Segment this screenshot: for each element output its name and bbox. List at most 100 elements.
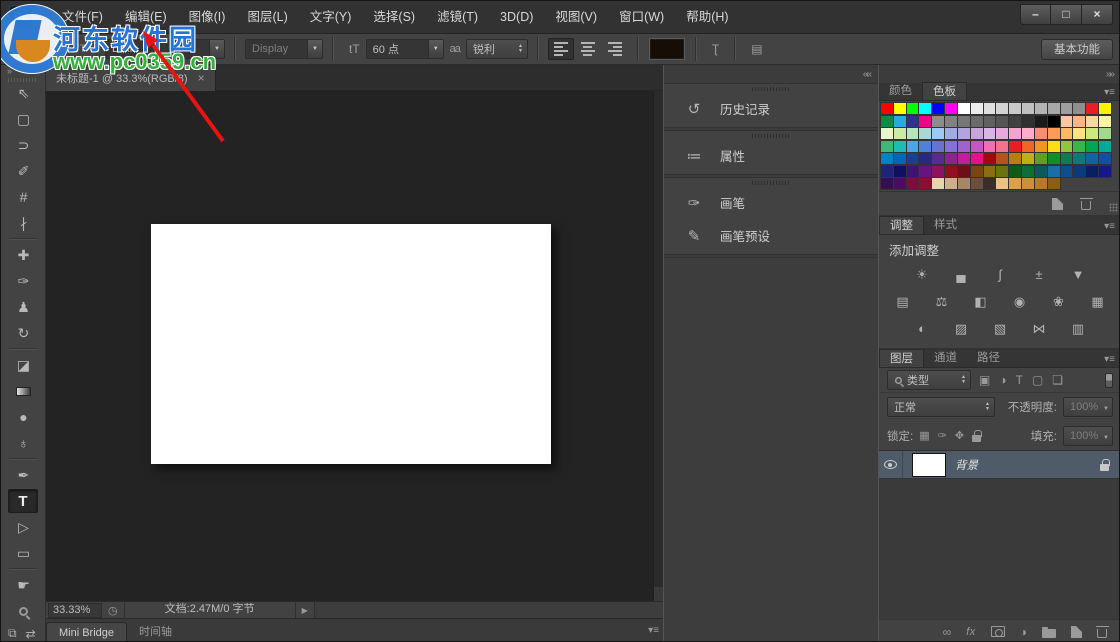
filter-shape-icon[interactable]: ▢ [1032, 373, 1043, 387]
delete-layer-icon[interactable] [1097, 629, 1107, 638]
color-swatch[interactable] [1048, 128, 1060, 139]
color-swatch[interactable] [919, 116, 931, 127]
eraser-tool[interactable]: ◪ [1, 352, 46, 378]
color-swatch[interactable] [932, 141, 944, 152]
workspace-switcher-button[interactable]: 基本功能 [1041, 39, 1113, 60]
color-swatch[interactable] [996, 153, 1008, 164]
vibrance-icon[interactable]: ▼ [1066, 267, 1090, 282]
spot-healing-brush-tool[interactable]: ✚ [1, 242, 46, 268]
color-swatch[interactable] [1035, 116, 1047, 127]
color-swatch[interactable] [1009, 141, 1021, 152]
fill-select[interactable]: 100% [1063, 426, 1113, 446]
new-swatch-icon[interactable] [1052, 198, 1063, 210]
color-swatch[interactable] [1009, 103, 1021, 114]
status-arrow-icon[interactable]: ▶ [302, 606, 308, 615]
color-swatch[interactable] [1061, 116, 1073, 127]
opacity-select[interactable]: 100% [1063, 397, 1113, 417]
quick-selection-tool[interactable]: ✐ [1, 158, 46, 184]
color-swatch[interactable] [894, 128, 906, 139]
bottom-tab[interactable]: 时间轴 [127, 622, 184, 642]
color-swatch[interactable] [907, 178, 919, 189]
adjustments-tab[interactable]: 调整 [879, 216, 924, 234]
color-balance-icon[interactable]: ⚖ [930, 294, 954, 310]
color-swatch[interactable] [1048, 141, 1060, 152]
grip-handle[interactable] [752, 87, 790, 91]
color-swatch[interactable] [1022, 178, 1034, 189]
color-swatch[interactable] [1099, 166, 1111, 177]
layers-tab[interactable]: 通道 [924, 349, 967, 367]
maximize-button[interactable]: □ [1051, 4, 1082, 25]
color-swatch[interactable] [1099, 141, 1111, 152]
color-swatch[interactable] [1073, 116, 1085, 127]
color-swatch[interactable] [932, 128, 944, 139]
color-swatch[interactable] [984, 141, 996, 152]
color-swatch[interactable] [1086, 141, 1098, 152]
color-swatch[interactable] [984, 103, 996, 114]
blend-mode-select[interactable]: 正常 [887, 397, 995, 417]
brush-panel[interactable]: ✑画笔 [664, 186, 878, 219]
color-swatch[interactable] [958, 116, 970, 127]
font-size-select[interactable]: 60 点 [366, 39, 444, 59]
color-swatch[interactable] [894, 141, 906, 152]
levels-icon[interactable]: ▄ [949, 267, 973, 282]
color-swatch[interactable] [932, 116, 944, 127]
move-tool[interactable]: ⇖ [1, 80, 46, 106]
eyedropper-tool[interactable]: ∤ [1, 210, 46, 236]
color-swatch[interactable] [1009, 178, 1021, 189]
brush-tool[interactable]: ✑ [1, 268, 46, 294]
color-swatch[interactable] [996, 166, 1008, 177]
color-swatch[interactable] [932, 178, 944, 189]
filter-type-icon[interactable]: T [1016, 373, 1023, 387]
color-swatch[interactable] [907, 103, 919, 114]
zoom-level-field[interactable]: 33.33% [48, 603, 102, 618]
color-swatch[interactable] [1048, 103, 1060, 114]
color-swatch[interactable] [945, 166, 957, 177]
color-swatch[interactable] [1035, 103, 1047, 114]
color-lookup-icon[interactable]: ▦ [1086, 294, 1110, 310]
minimize-button[interactable]: – [1020, 4, 1051, 25]
text-color-swatch[interactable] [650, 39, 684, 59]
color-swatch[interactable] [1061, 141, 1073, 152]
color-swatch[interactable] [919, 153, 931, 164]
selective-color-icon[interactable]: ⋈ [1027, 321, 1051, 337]
color-swatch[interactable] [984, 178, 996, 189]
color-swatch[interactable] [919, 128, 931, 139]
color-swatch[interactable] [1009, 116, 1021, 127]
clock-icon[interactable]: ◷ [108, 604, 118, 617]
lock-all-icon[interactable] [972, 435, 981, 442]
color-swatch[interactable] [907, 128, 919, 139]
color-swatch[interactable] [971, 153, 983, 164]
color-swatch[interactable] [907, 116, 919, 127]
color-swatch[interactable] [1009, 128, 1021, 139]
color-swatch[interactable] [907, 153, 919, 164]
color-swatch[interactable] [1073, 153, 1085, 164]
swatches-tab[interactable]: 色板 [922, 82, 967, 100]
grip-handle[interactable] [8, 78, 38, 82]
color-swatch[interactable] [894, 166, 906, 177]
color-swatch[interactable] [894, 116, 906, 127]
color-swatch[interactable] [881, 116, 893, 127]
filter-smartobject-icon[interactable]: ❏ [1052, 373, 1063, 387]
color-swatch[interactable] [958, 153, 970, 164]
color-swatch[interactable] [996, 128, 1008, 139]
color-swatch[interactable] [1073, 103, 1085, 114]
adjustments-tab[interactable]: 样式 [924, 216, 967, 234]
collapse-panels-icon[interactable]: «« [863, 69, 870, 80]
color-swatch[interactable] [996, 116, 1008, 127]
color-swatch[interactable] [932, 103, 944, 114]
invert-icon[interactable]: ◐ [910, 321, 934, 336]
gradient-tool[interactable] [1, 378, 46, 404]
chevron-down-icon[interactable] [307, 40, 322, 58]
filter-adjustment-icon[interactable]: ◑ [999, 373, 1006, 387]
layers-tab[interactable]: 图层 [879, 349, 924, 367]
color-swatch[interactable] [945, 178, 957, 189]
font-style-select[interactable]: Display [245, 39, 323, 59]
color-swatch[interactable] [1086, 166, 1098, 177]
lasso-tool[interactable]: ⊃ [1, 132, 46, 158]
color-swatch[interactable] [881, 166, 893, 177]
color-swatch[interactable] [945, 141, 957, 152]
delete-swatch-icon[interactable] [1081, 201, 1091, 210]
color-swatch[interactable] [945, 103, 957, 114]
color-swatch[interactable] [1086, 116, 1098, 127]
rectangle-tool[interactable]: ▭ [1, 540, 46, 566]
